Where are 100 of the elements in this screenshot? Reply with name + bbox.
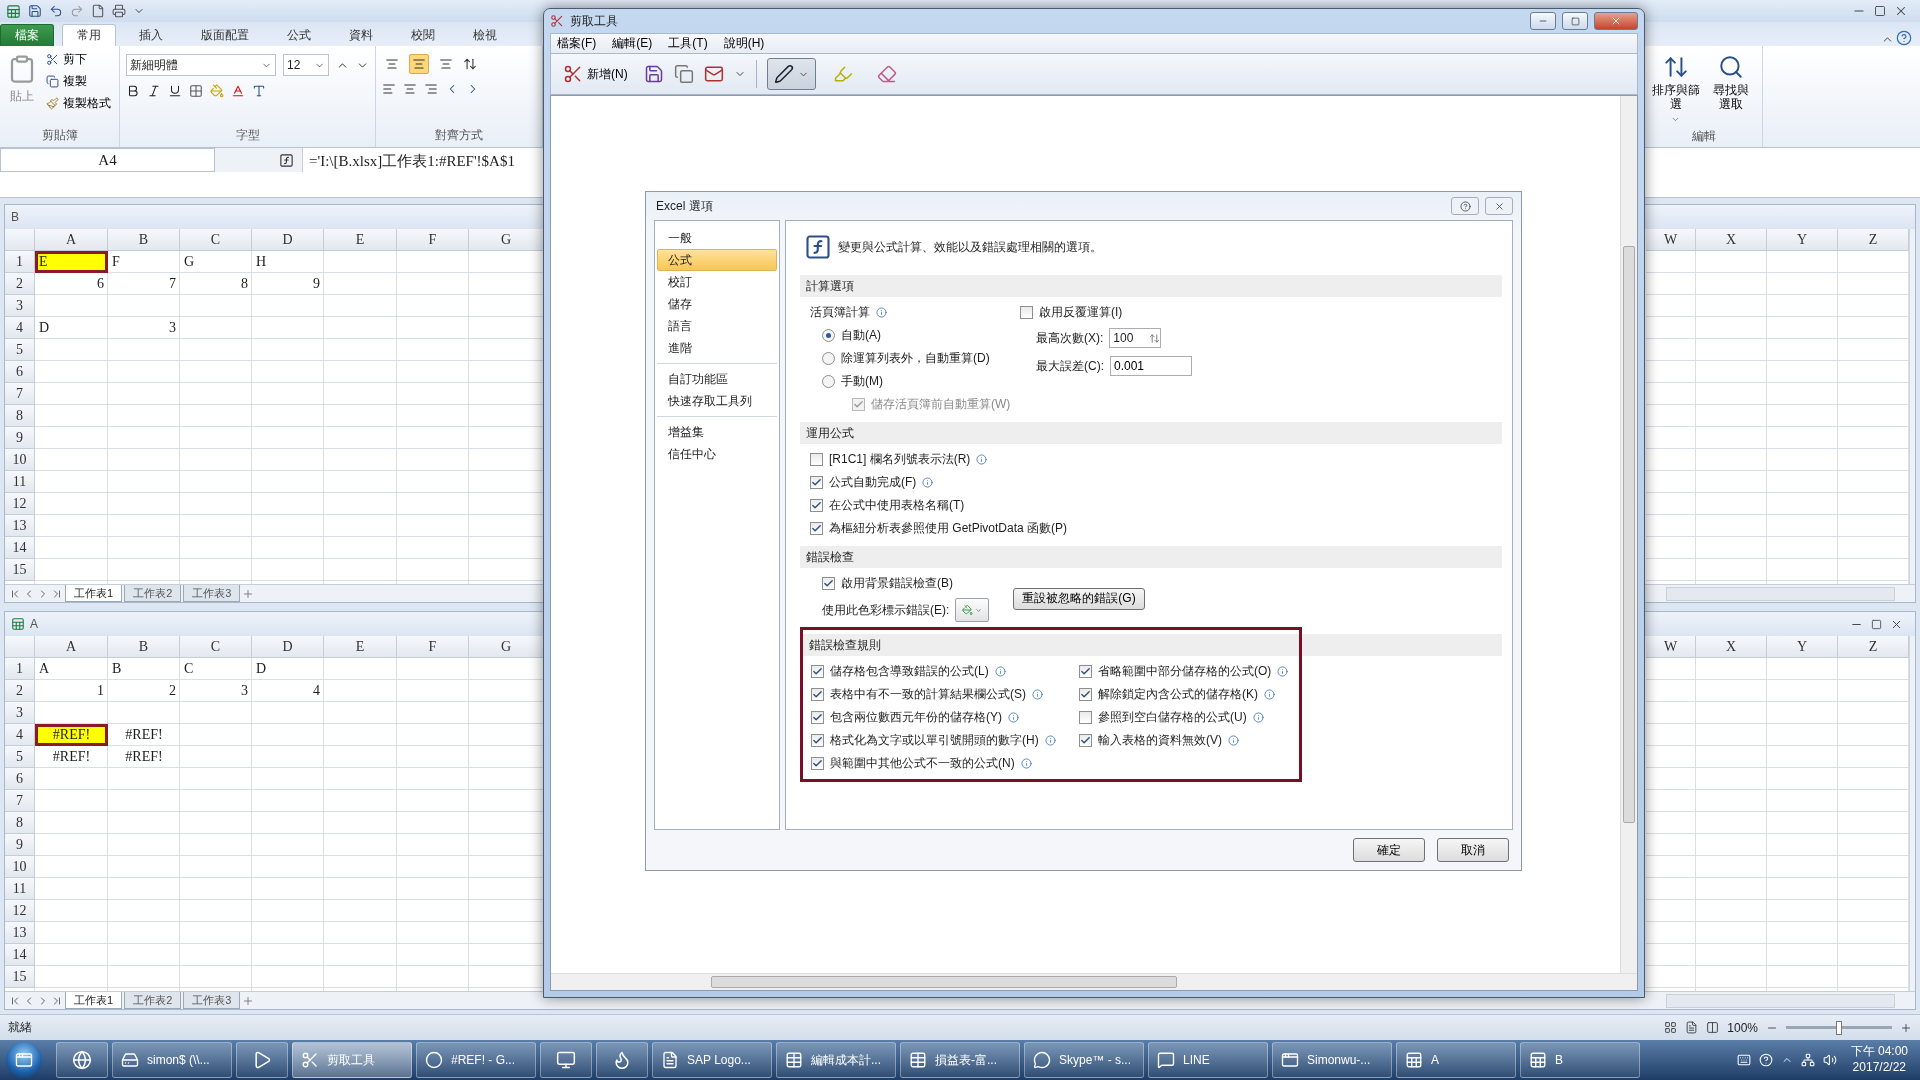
ribbon-tab[interactable]: 常用 [62,24,116,46]
close-icon[interactable] [1894,4,1908,18]
name-box[interactable]: A4 [0,148,215,172]
color-picker-button[interactable] [955,598,990,622]
taskbar-button[interactable]: B [1520,1042,1640,1078]
row-header[interactable]: 8 [5,405,35,427]
column-header[interactable]: W [1646,636,1696,658]
taskbar-icon[interactable] [236,1042,288,1078]
taskbar-button[interactable]: #REF! - G... [416,1042,536,1078]
taskbar-icon[interactable] [540,1042,592,1078]
find-select-button[interactable]: 尋找與選取 [1706,50,1756,128]
borders-icon[interactable] [189,84,203,98]
row-header[interactable]: 4 [5,724,35,746]
horizontal-scrollbar[interactable] [551,973,1637,990]
radio-button[interactable] [822,329,835,342]
column-header[interactable]: B [108,229,180,251]
menu-item[interactable]: 編輯(E) [606,35,659,52]
page-layout-icon[interactable] [1685,1021,1699,1034]
checkbox[interactable] [1079,688,1092,701]
row-header[interactable]: 3 [5,295,35,317]
help-button[interactable] [1451,197,1479,215]
dialog-button[interactable]: 確定 [1353,838,1425,862]
print-icon[interactable] [112,4,126,18]
horizontal-scrollbar[interactable] [1666,586,1895,601]
copy-button[interactable]: 複製 [44,72,113,91]
row-header[interactable]: 9 [5,834,35,856]
sort-filter-button[interactable]: 排序與篩選 [1651,50,1701,128]
ribbon-tab[interactable]: 公式 [272,24,326,46]
align-center-icon[interactable] [403,82,417,96]
start-button[interactable] [6,1042,42,1078]
network-icon[interactable] [1800,1053,1815,1067]
dialog-button[interactable]: 取消 [1437,838,1509,862]
spreadsheet-icon[interactable] [6,3,21,19]
copy-icon[interactable] [673,64,694,84]
column-header[interactable]: A [35,636,108,658]
slider-thumb[interactable] [1836,1020,1842,1035]
row-header[interactable]: 4 [5,317,35,339]
checkbox[interactable] [1020,306,1033,319]
vertical-align-button[interactable] [409,54,429,74]
normal-view-icon[interactable] [1664,1021,1678,1034]
row-header[interactable]: 13 [5,515,35,537]
taskbar-button[interactable]: LINE [1148,1042,1268,1078]
column-header[interactable]: C [180,229,252,251]
checkbox[interactable] [811,688,824,701]
row-header[interactable]: 7 [5,383,35,405]
first-sheet-icon[interactable] [9,994,21,1007]
sheet-tab[interactable]: 工作表3 [183,992,241,1009]
restore-icon[interactable] [1871,618,1882,630]
column-header[interactable]: D [252,636,324,658]
checkbox[interactable] [1079,665,1092,678]
font-size-field[interactable]: 12 [283,54,329,76]
row-header[interactable]: 10 [5,856,35,878]
last-sheet-icon[interactable] [51,587,63,600]
new-snip-button[interactable]: 新增(N) [557,63,634,85]
nav-item[interactable]: 增益集 [657,421,777,443]
taskbar-button[interactable]: 損益表-富... [900,1042,1020,1078]
formula-field[interactable]: ='I:\[B.xlsx]工作表1:#REF'!$A$1 [303,148,521,197]
taskbar-icon[interactable] [56,1042,108,1078]
row-header[interactable]: 1 [5,251,35,273]
ribbon-tab[interactable]: 版面配置 [186,24,264,46]
spinner-icon[interactable] [1149,332,1161,344]
column-header[interactable]: Z [1838,636,1909,658]
format-painter-button[interactable]: 複製格式 [44,94,113,113]
close-button[interactable] [1594,12,1638,30]
align-left-icon[interactable] [382,82,396,96]
save-icon[interactable] [643,64,664,84]
row-header[interactable]: 5 [5,746,35,768]
checkbox[interactable] [1079,711,1092,724]
cut-button[interactable]: 剪下 [44,50,113,69]
row-header[interactable]: 3 [5,702,35,724]
column-header[interactable]: A [35,229,108,251]
clock[interactable]: 下午 04:00 2017/2/22 [1844,1044,1914,1076]
column-header[interactable]: C [180,636,252,658]
row-header[interactable]: 13 [5,922,35,944]
column-header[interactable]: Y [1767,636,1838,658]
taskbar-button[interactable]: Simonwu-... [1272,1042,1392,1078]
font-name-field[interactable]: 新細明體 [126,54,276,76]
taskbar-button[interactable]: SAP Logo... [652,1042,772,1078]
mail-icon[interactable] [703,64,724,84]
vertical-scrollbar[interactable] [1620,96,1637,973]
redo-icon[interactable] [70,4,84,18]
row-header[interactable]: 6 [5,768,35,790]
checkbox[interactable] [811,665,824,678]
column-header[interactable]: Z [1838,229,1909,251]
sheet-tab[interactable]: 工作表3 [183,585,241,602]
column-header[interactable]: G [469,229,544,251]
checkbox[interactable] [810,499,823,512]
ribbon-tab[interactable]: 插入 [124,24,178,46]
maximize-button[interactable] [1562,12,1588,30]
checkbox[interactable] [811,734,824,747]
pen-tool-button[interactable] [766,58,816,90]
row-header[interactable]: 7 [5,790,35,812]
row-header[interactable]: 15 [5,559,35,581]
nav-item[interactable]: 一般 [657,227,777,249]
taskbar-button[interactable]: A [1396,1042,1516,1078]
function-icon[interactable] [279,152,294,168]
column-header[interactable]: X [1696,636,1767,658]
taskbar-button[interactable]: Skype™ - s... [1024,1042,1144,1078]
menu-item[interactable]: 檔案(F) [551,35,603,52]
column-header[interactable]: B [108,636,180,658]
